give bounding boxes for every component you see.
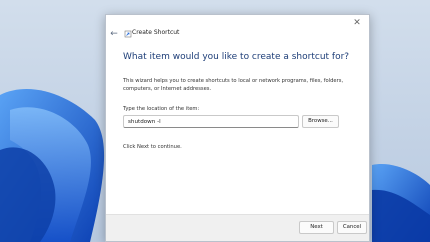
- back-arrow-icon[interactable]: ←: [108, 28, 120, 40]
- title-bar: ✕ ← Create Shortcut: [106, 15, 369, 51]
- dialog-footer: Next Cancel: [106, 214, 369, 241]
- cancel-button[interactable]: Cancel: [337, 221, 367, 234]
- wizard-description: This wizard helps you to create shortcut…: [123, 78, 344, 92]
- window-title: Create Shortcut: [132, 29, 180, 36]
- location-input[interactable]: [123, 115, 299, 128]
- continue-hint: Click Next to continue.: [123, 144, 182, 150]
- wizard-heading: What item would you like to create a sho…: [123, 52, 350, 62]
- close-icon[interactable]: ✕: [350, 16, 364, 30]
- create-shortcut-dialog: ✕ ← Create Shortcut What item would you …: [105, 14, 370, 242]
- location-label: Type the location of the item:: [123, 106, 200, 112]
- browse-button[interactable]: Browse...: [302, 115, 339, 128]
- next-button[interactable]: Next: [299, 221, 334, 234]
